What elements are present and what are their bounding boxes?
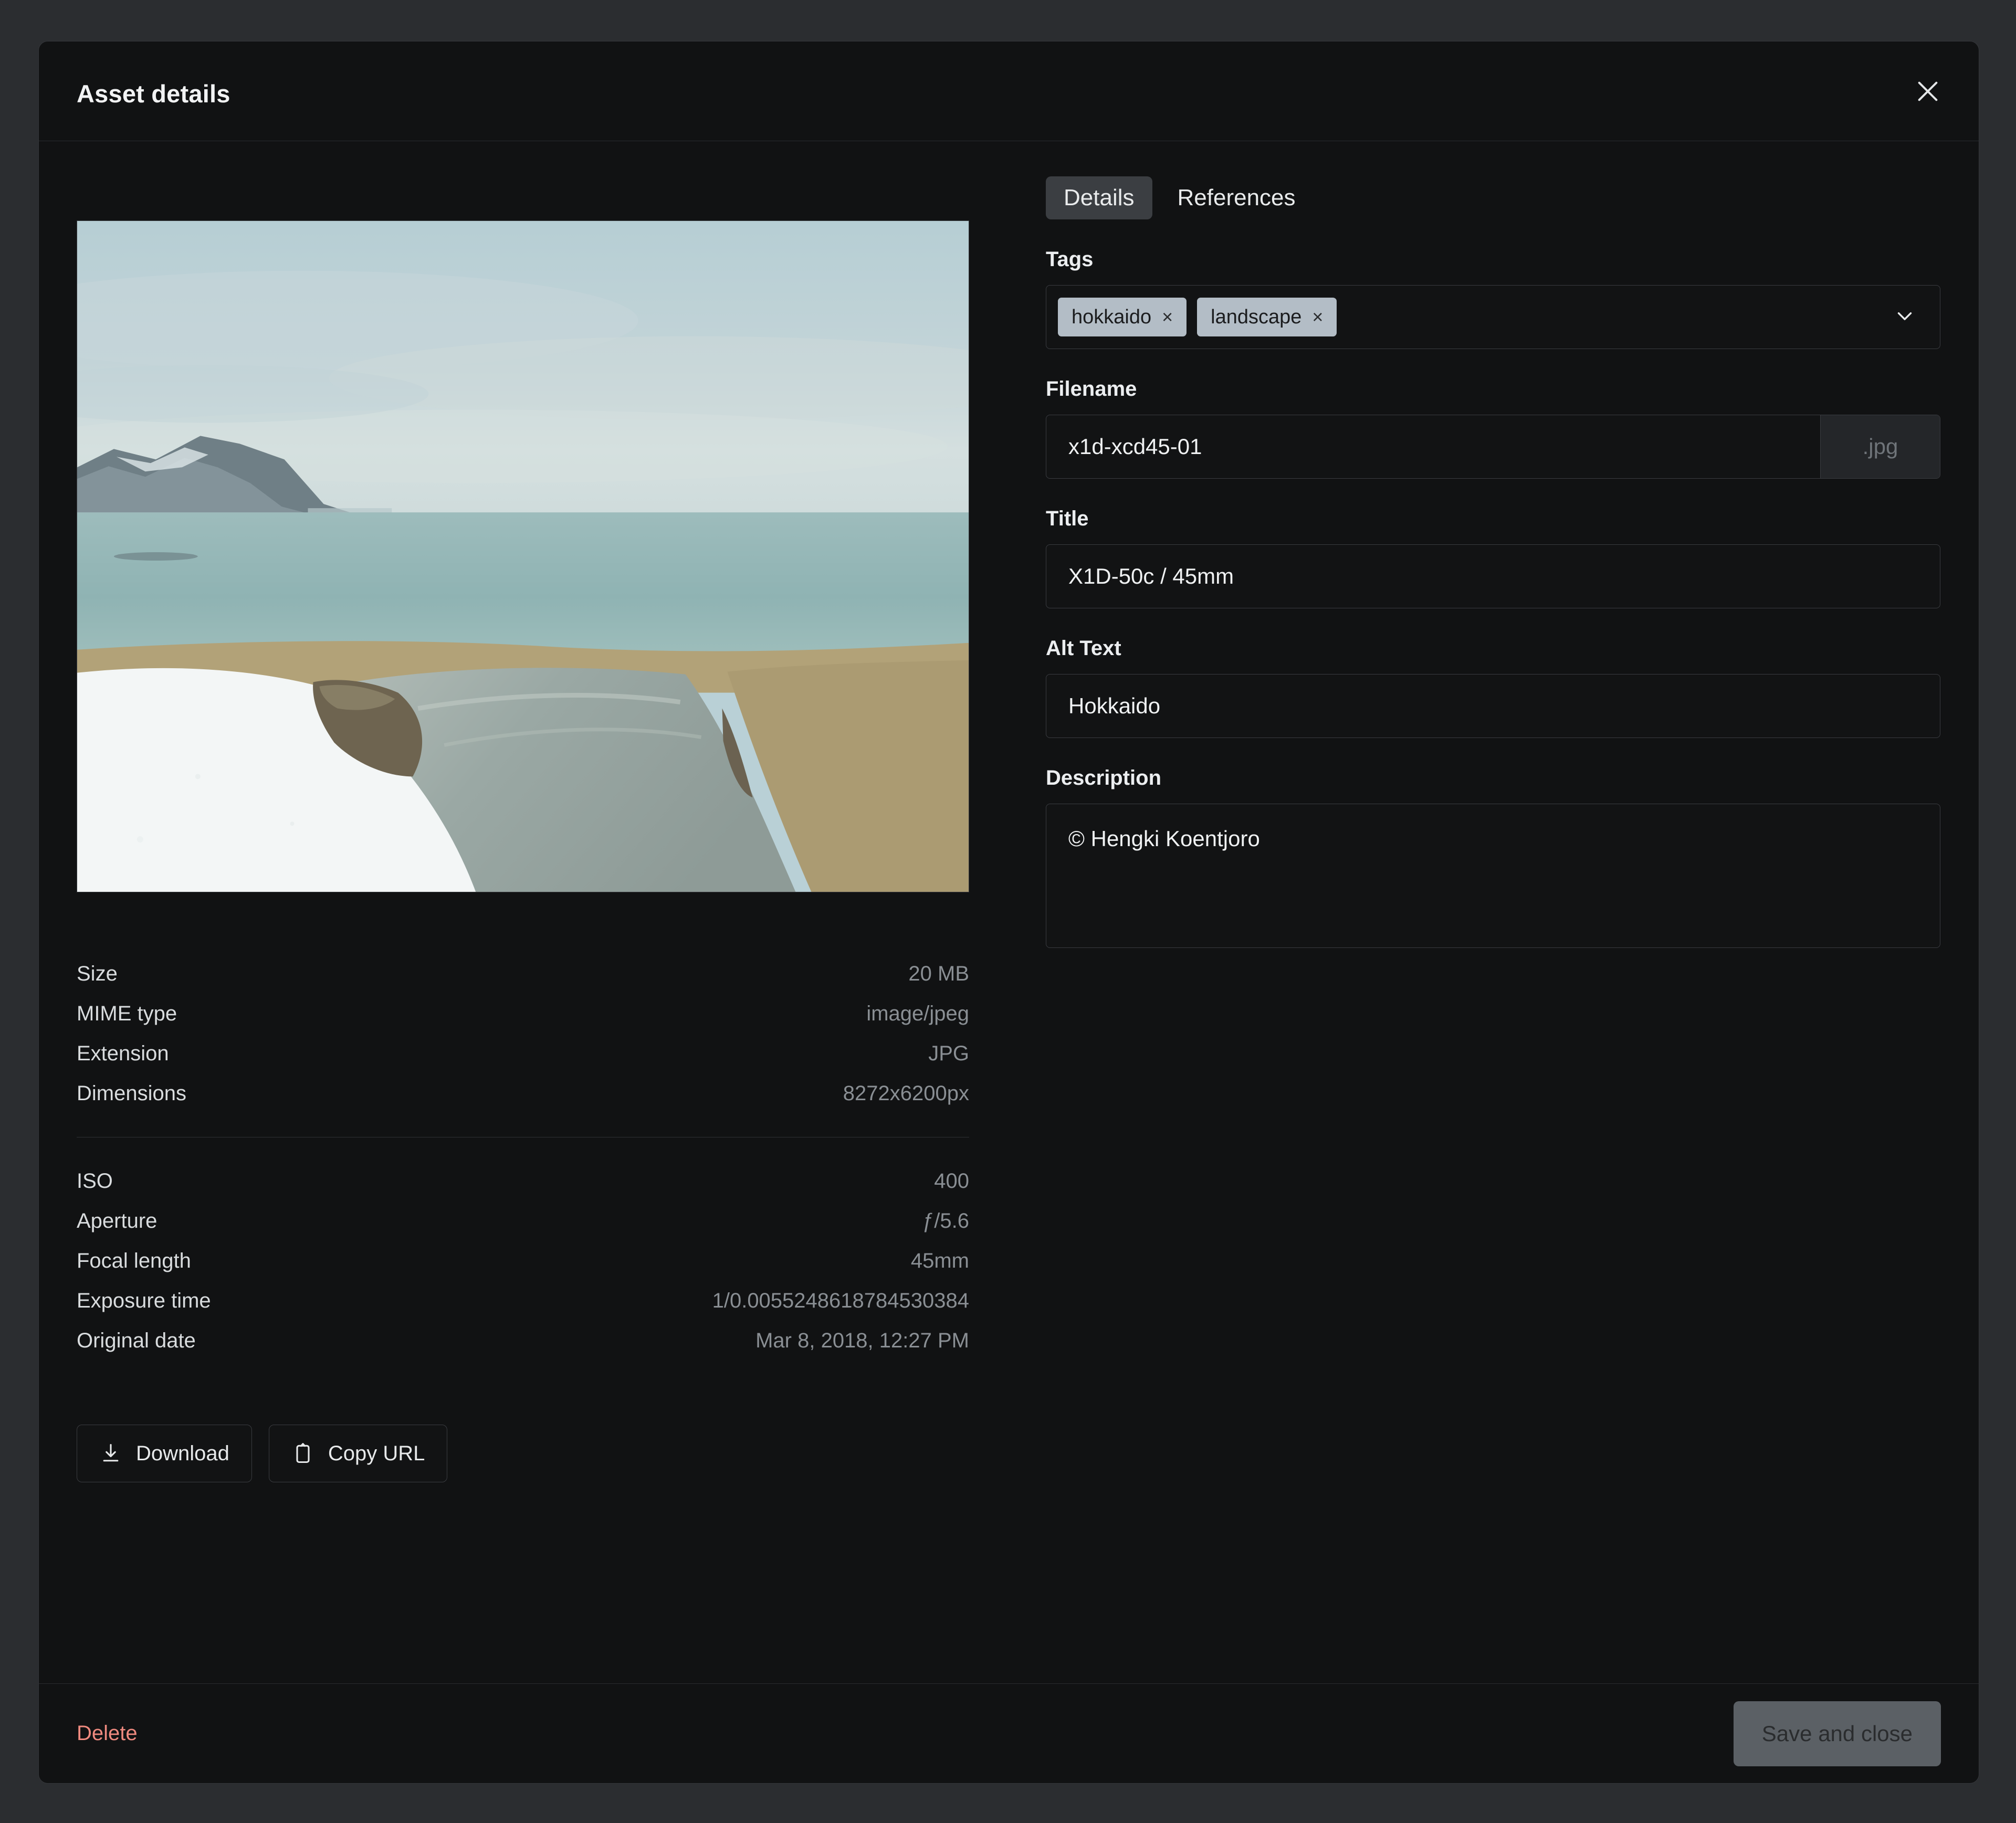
- asset-right-panel: Details References Tags hokkaido × lands…: [1046, 141, 1940, 948]
- save-and-close-button[interactable]: Save and close: [1734, 1701, 1941, 1766]
- asset-action-row: Download Copy URL: [77, 1425, 993, 1482]
- metadata-key: Focal length: [77, 1241, 191, 1281]
- modal-footer: Delete Save and close: [39, 1683, 1979, 1783]
- metadata-row: Focal length 45mm: [77, 1241, 969, 1281]
- metadata-value: Mar 8, 2018, 12:27 PM: [755, 1321, 969, 1361]
- metadata-row: Exposure time 1/0.0055248618784530384: [77, 1281, 969, 1321]
- chevron-down-icon[interactable]: [1893, 304, 1917, 331]
- close-icon: [1913, 77, 1942, 106]
- delete-button[interactable]: Delete: [77, 1722, 138, 1745]
- title-input[interactable]: X1D-50c / 45mm: [1046, 545, 1940, 608]
- metadata-key: Dimensions: [77, 1073, 186, 1113]
- metadata-row: Original date Mar 8, 2018, 12:27 PM: [77, 1321, 969, 1361]
- filename-input[interactable]: x1d-xcd45-01: [1046, 415, 1820, 478]
- asset-details-modal: Asset details: [38, 41, 1979, 1784]
- tab-references[interactable]: References: [1160, 176, 1314, 219]
- modal-header: Asset details: [39, 41, 1979, 141]
- description-label: Description: [1046, 766, 1940, 790]
- metadata-row: MIME type image/jpeg: [77, 994, 969, 1034]
- tag-remove-icon[interactable]: ×: [1312, 308, 1323, 326]
- metadata-value: 8272x6200px: [843, 1073, 969, 1113]
- description-field: Description © Hengki Koentjoro: [1046, 766, 1940, 948]
- asset-preview-image: [77, 220, 969, 892]
- tags-field: Tags hokkaido × landscape ×: [1046, 248, 1940, 349]
- screen-root: Asset details: [0, 0, 2016, 1823]
- tag-chip[interactable]: landscape ×: [1197, 298, 1337, 336]
- tag-chip-label: hokkaido: [1072, 306, 1151, 329]
- metadata-value: 400: [934, 1161, 969, 1201]
- tag-remove-icon[interactable]: ×: [1162, 308, 1173, 326]
- metadata-value: image/jpeg: [866, 994, 969, 1034]
- tag-chip[interactable]: hokkaido ×: [1058, 298, 1186, 336]
- exif-metadata-list: ISO 400 Aperture ƒ/5.6 Focal length 45mm…: [77, 1161, 969, 1361]
- filename-field: Filename x1d-xcd45-01 .jpg: [1046, 377, 1940, 479]
- metadata-value: 45mm: [911, 1241, 969, 1281]
- metadata-row: Size 20 MB: [77, 954, 969, 994]
- tag-chip-label: landscape: [1211, 306, 1301, 329]
- alt-text-input-wrap: Hokkaido: [1046, 674, 1940, 738]
- metadata-row: Dimensions 8272x6200px: [77, 1073, 969, 1113]
- download-button[interactable]: Download: [77, 1425, 252, 1482]
- metadata-row: Aperture ƒ/5.6: [77, 1201, 969, 1241]
- download-button-label: Download: [136, 1442, 229, 1466]
- metadata-key: Exposure time: [77, 1281, 211, 1321]
- file-metadata-list: Size 20 MB MIME type image/jpeg Extensio…: [77, 954, 969, 1113]
- tags-input[interactable]: hokkaido × landscape ×: [1046, 285, 1940, 349]
- tab-bar: Details References: [1046, 176, 1940, 219]
- preview-illustration: [77, 221, 969, 892]
- tab-details[interactable]: Details: [1046, 176, 1152, 219]
- metadata-key: Original date: [77, 1321, 196, 1361]
- metadata-row: ISO 400: [77, 1161, 969, 1201]
- filename-input-wrap: x1d-xcd45-01 .jpg: [1046, 415, 1940, 479]
- description-textarea[interactable]: © Hengki Koentjoro: [1046, 804, 1940, 948]
- clipboard-icon: [291, 1442, 314, 1465]
- filename-extension-suffix: .jpg: [1820, 415, 1940, 478]
- copy-url-button-label: Copy URL: [328, 1442, 425, 1466]
- metadata-value: JPG: [928, 1034, 969, 1073]
- copy-url-button[interactable]: Copy URL: [269, 1425, 448, 1482]
- metadata-key: Aperture: [77, 1201, 157, 1241]
- filename-label: Filename: [1046, 377, 1940, 401]
- asset-left-panel: Size 20 MB MIME type image/jpeg Extensio…: [77, 141, 993, 1482]
- download-icon: [99, 1442, 122, 1465]
- alt-text-input[interactable]: Hokkaido: [1046, 675, 1940, 737]
- metadata-key: MIME type: [77, 994, 177, 1034]
- tags-label: Tags: [1046, 248, 1940, 271]
- metadata-value: 20 MB: [908, 954, 969, 994]
- alt-text-field: Alt Text Hokkaido: [1046, 637, 1940, 738]
- alt-text-label: Alt Text: [1046, 637, 1940, 660]
- close-button[interactable]: [1904, 68, 1951, 115]
- metadata-value: ƒ/5.6: [922, 1201, 969, 1241]
- page-title: Asset details: [77, 79, 230, 108]
- title-field: Title X1D-50c / 45mm: [1046, 507, 1940, 608]
- metadata-row: Extension JPG: [77, 1034, 969, 1073]
- metadata-key: Size: [77, 954, 118, 994]
- metadata-value: 1/0.0055248618784530384: [712, 1281, 969, 1321]
- modal-body: Size 20 MB MIME type image/jpeg Extensio…: [39, 141, 1979, 1683]
- title-input-wrap: X1D-50c / 45mm: [1046, 544, 1940, 608]
- metadata-key: Extension: [77, 1034, 169, 1073]
- metadata-key: ISO: [77, 1161, 113, 1201]
- title-label: Title: [1046, 507, 1940, 531]
